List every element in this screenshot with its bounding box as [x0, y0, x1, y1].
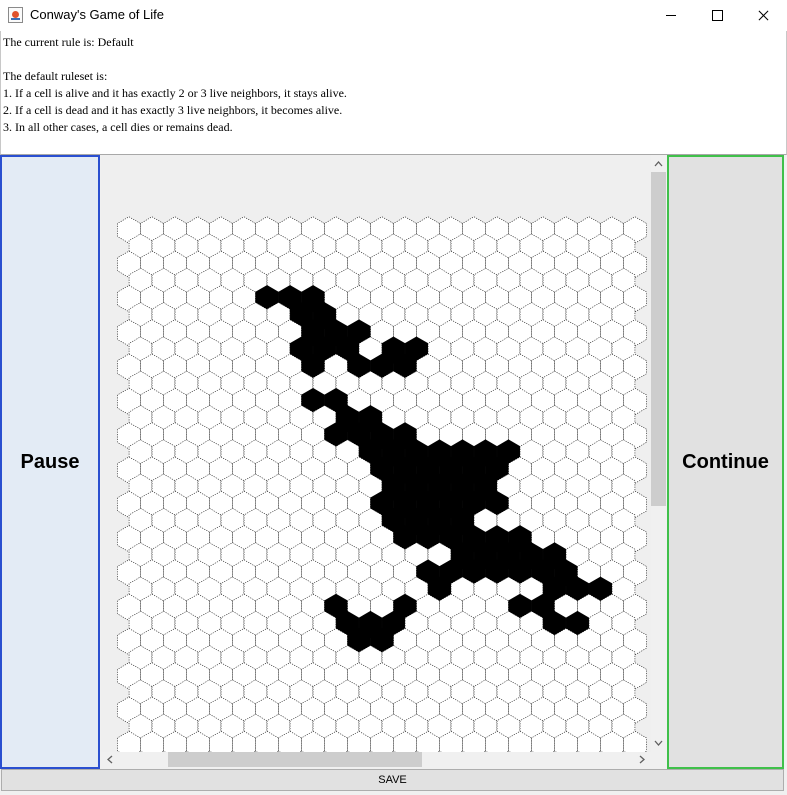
continue-button[interactable]: Continue: [667, 155, 784, 769]
horizontal-scrollbar[interactable]: [101, 752, 651, 767]
rule-line-3: 3. In all other cases, a cell dies or re…: [3, 120, 233, 134]
close-icon[interactable]: [740, 0, 786, 31]
hex-grid-viewport[interactable]: [101, 155, 651, 752]
ruleset-heading: The default ruleset is:: [3, 69, 108, 83]
current-rule-text: The current rule is: Default: [3, 35, 134, 49]
minimize-icon[interactable]: [648, 0, 694, 31]
hex-grid[interactable]: [101, 155, 651, 752]
vertical-scroll-thumb[interactable]: [651, 172, 666, 506]
rule-line-1: 1. If a cell is alive and it has exactly…: [3, 86, 347, 100]
scroll-down-icon[interactable]: [651, 736, 666, 750]
rules-panel: The current rule is: Default The default…: [0, 31, 787, 155]
java-app-icon: [8, 7, 23, 23]
scroll-left-icon[interactable]: [103, 752, 117, 767]
pause-button[interactable]: Pause: [0, 155, 100, 769]
rule-line-2: 2. If a cell is dead and it has exactly …: [3, 103, 343, 117]
vertical-scrollbar[interactable]: [651, 155, 666, 752]
save-button[interactable]: SAVE: [1, 769, 784, 791]
scroll-up-icon[interactable]: [651, 157, 666, 171]
horizontal-scroll-thumb[interactable]: [168, 752, 422, 767]
scroll-right-icon[interactable]: [635, 752, 649, 767]
window-title: Conway's Game of Life: [30, 7, 164, 22]
maximize-icon[interactable]: [694, 0, 740, 31]
title-bar: Conway's Game of Life: [0, 0, 787, 31]
